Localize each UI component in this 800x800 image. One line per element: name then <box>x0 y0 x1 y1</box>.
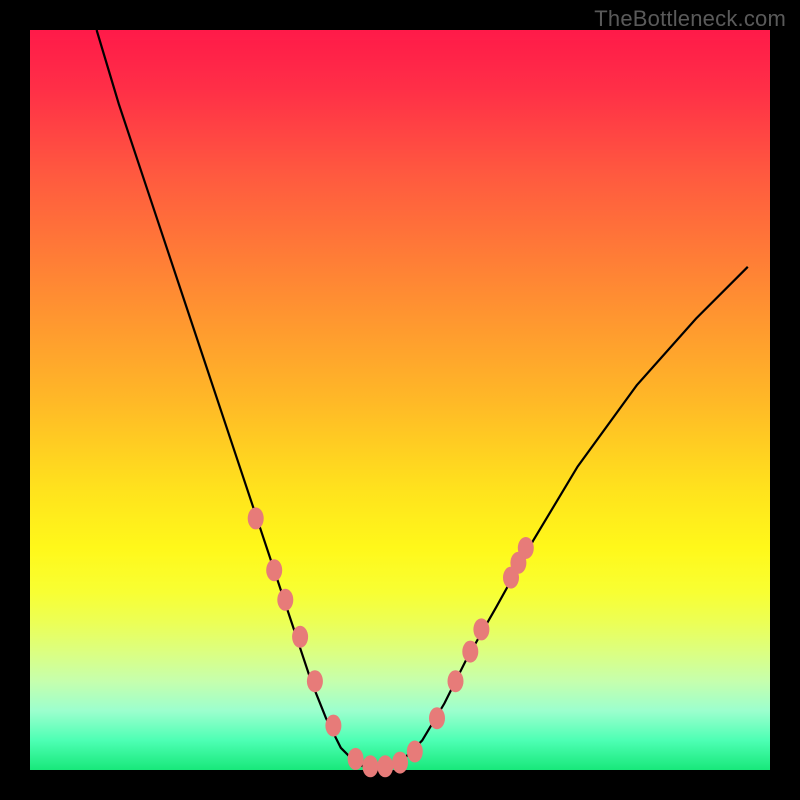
watermark-text: TheBottleneck.com <box>594 6 786 32</box>
data-marker <box>362 755 378 777</box>
data-marker <box>277 589 293 611</box>
data-marker <box>448 670 464 692</box>
data-marker <box>518 537 534 559</box>
data-marker <box>473 618 489 640</box>
data-marker <box>462 641 478 663</box>
data-marker <box>325 715 341 737</box>
data-marker <box>292 626 308 648</box>
data-marker <box>348 748 364 770</box>
gradient-background <box>30 30 770 770</box>
chart-svg <box>0 0 800 800</box>
data-marker <box>377 755 393 777</box>
data-marker <box>266 559 282 581</box>
data-marker <box>429 707 445 729</box>
chart-frame <box>0 0 800 800</box>
data-marker <box>407 741 423 763</box>
data-marker <box>248 507 264 529</box>
data-marker <box>392 752 408 774</box>
data-marker <box>307 670 323 692</box>
